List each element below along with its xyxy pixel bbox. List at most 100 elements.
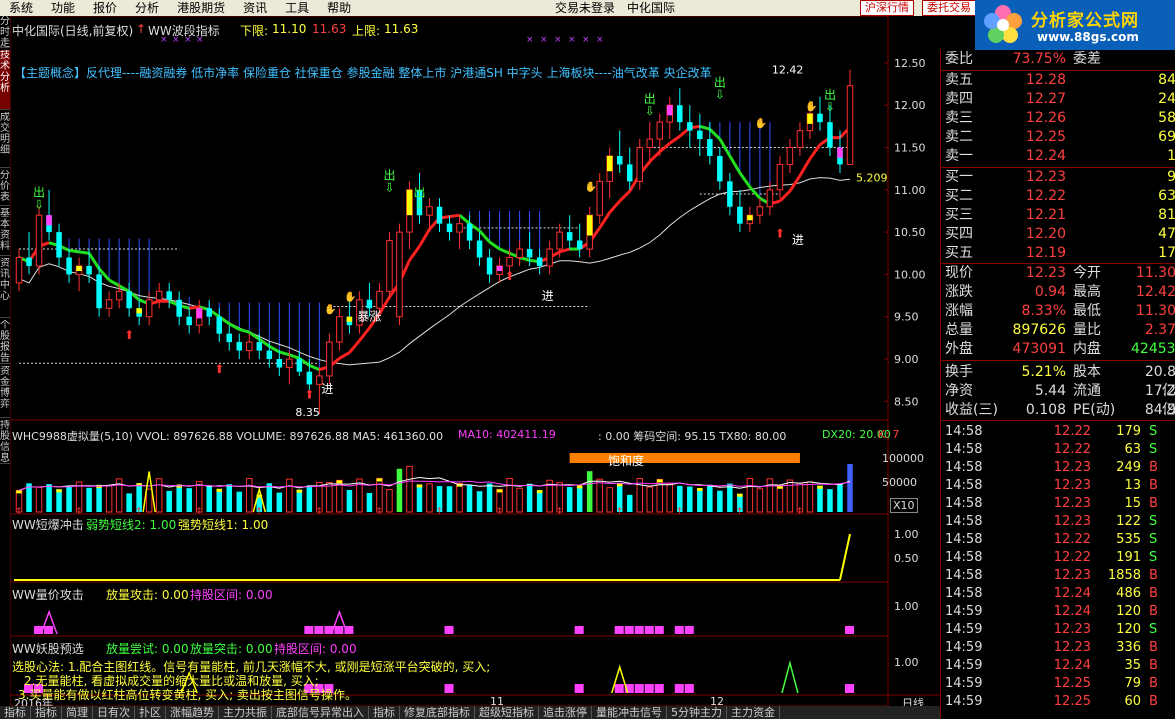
bid-row[interactable]: 买四 12.20 47 <box>941 225 1175 244</box>
bottom-tab-4[interactable]: 扑区 <box>135 706 166 719</box>
bottom-tab-9[interactable]: 修复底部指标 <box>400 706 475 719</box>
short-weak: 弱势短线2: 1.00 <box>86 518 177 532</box>
menu-item-0[interactable]: 系统 <box>0 0 42 16</box>
menu-item-7[interactable]: 帮助 <box>318 0 360 16</box>
ask-row[interactable]: 卖五 12.28 84 <box>941 71 1175 90</box>
tick-time: 14:58 <box>945 532 983 547</box>
bid-row[interactable]: 买一 12.23 9 <box>941 168 1175 187</box>
menu-center-0[interactable]: 交易未登录 <box>555 1 615 15</box>
sell-arrow-icon: ⇩ <box>384 180 394 194</box>
vp-hold-bar <box>314 626 324 634</box>
left-tab-3[interactable]: 分价表 <box>0 170 10 206</box>
signal-candle <box>606 155 613 172</box>
left-tab-5[interactable]: 资讯中心 <box>0 258 10 318</box>
demon-hold-bar <box>684 684 694 693</box>
bottom-tab-12[interactable]: 量能冲击信号 <box>592 706 667 719</box>
bottom-tab-10[interactable]: 超级短指标 <box>475 706 539 719</box>
candle-body-up <box>506 256 513 267</box>
ma-down-segment <box>108 278 120 288</box>
vp-hold-bar <box>614 626 624 634</box>
bottom-tab-5[interactable]: 涨幅趋势 <box>166 706 219 719</box>
volume-signal-arrow: ↑ <box>436 507 444 517</box>
tick-volume: 120 <box>1116 622 1141 637</box>
ask-label: 卖四 <box>945 91 973 107</box>
left-tab-2[interactable]: 成交明细 <box>0 112 10 168</box>
bid-row[interactable]: 买二 12.22 63 <box>941 187 1175 206</box>
left-tab-6[interactable]: 个股报告 <box>0 320 10 364</box>
ask-row[interactable]: 卖四 12.27 24 <box>941 90 1175 109</box>
volume-signal-arrow: ↑ <box>375 507 383 517</box>
left-tab-1[interactable]: 技术分析 <box>0 50 10 110</box>
menu-item-2[interactable]: 报价 <box>84 0 126 16</box>
bottom-tab-8[interactable]: 指标 <box>369 706 400 719</box>
stat-label: 涨跌 <box>945 284 973 300</box>
left-tab-0[interactable]: 分时走势 <box>0 16 10 48</box>
tick-side: S <box>1149 550 1158 565</box>
candle-body-down <box>466 223 473 241</box>
left-tab-4[interactable]: 基本资料 <box>0 208 10 256</box>
vp-hold-bar <box>654 626 664 634</box>
left-tab-7[interactable]: 资金博弈 <box>0 366 10 418</box>
candle-body-down <box>476 240 483 258</box>
volume-scale[interactable]: X10 <box>890 498 918 513</box>
candle-body-down <box>687 122 693 131</box>
menu-item-3[interactable]: 分析 <box>126 0 168 16</box>
volume-bar-up <box>776 485 784 513</box>
sell-arrow-icon: ⇩ <box>825 100 835 114</box>
signal-candle <box>76 265 82 272</box>
stat-label-2: 内盘 <box>1073 341 1101 357</box>
candle-body-up <box>646 138 654 149</box>
signal-mark: × <box>596 35 604 45</box>
bottom-tab-6[interactable]: 主力共振 <box>219 706 272 719</box>
candle-body-down <box>226 333 233 343</box>
stat-value-2: 11.30 <box>1135 265 1175 281</box>
bottom-tab-11[interactable]: 追击涨停 <box>539 706 592 719</box>
candle-body-up <box>766 189 774 208</box>
candle-body-down <box>526 249 533 258</box>
lower-value: 11.10 <box>272 22 307 36</box>
bottom-tab-0[interactable]: 指标 <box>0 706 31 719</box>
trade-button[interactable]: 委托交易 <box>922 0 976 16</box>
buy-label: 进 <box>792 233 804 247</box>
candle-body-up <box>376 290 383 309</box>
bottom-tab-3[interactable]: 日有次 <box>93 706 135 719</box>
ask-row[interactable]: 卖三 12.26 58 <box>941 109 1175 128</box>
volume-bar <box>626 494 633 512</box>
vp-hold-bar <box>444 626 454 634</box>
ask-volume: 24 <box>1158 91 1175 107</box>
price-axis-label: 9.00 <box>894 353 919 366</box>
stat-value: 0.108 <box>1025 402 1066 418</box>
menu-item-1[interactable]: 功能 <box>42 0 84 16</box>
volume-bar-up <box>746 477 754 513</box>
stat-label-2: 量比 <box>1073 322 1101 338</box>
bid-row[interactable]: 买三 12.21 81 <box>941 206 1175 225</box>
vp-hold-bar <box>624 626 634 634</box>
menu-item-6[interactable]: 工具 <box>276 0 318 16</box>
bid-row[interactable]: 买五 12.19 17 <box>941 244 1175 263</box>
ask-row[interactable]: 卖二 12.25 69 <box>941 128 1175 147</box>
market-quote-button[interactable]: 沪深行情 <box>860 0 914 16</box>
bottom-tab-7[interactable]: 底部信号异常出入 <box>272 706 369 719</box>
volume-bar <box>486 483 493 512</box>
menu-item-4[interactable]: 港股期货 <box>168 0 234 16</box>
main-chart-title: 中化国际(日线,前复权) <box>12 24 134 38</box>
vp-hold: 持股区间: 0.00 <box>190 588 273 602</box>
candle-body-down <box>536 257 543 266</box>
menu-item-5[interactable]: 资讯 <box>234 0 276 16</box>
tick-row: 14:58 12.23 15 B <box>941 495 1175 513</box>
volume-bar-up <box>426 483 433 513</box>
bottom-tab-1[interactable]: 指标 <box>31 706 62 719</box>
tick-volume: 63 <box>1124 442 1141 457</box>
menu-center-1[interactable]: 中化国际 <box>627 1 675 15</box>
indicator-name[interactable]: WW波段指标 <box>148 22 220 39</box>
ma-down-segment <box>68 248 80 254</box>
signal-candle <box>667 105 673 116</box>
tick-side: S <box>1149 442 1158 457</box>
volume-bar <box>707 484 713 512</box>
ask-row[interactable]: 卖一 12.24 1 <box>941 147 1175 166</box>
bottom-tab-2[interactable]: 简理 <box>62 706 93 719</box>
left-tab-8[interactable]: 持股信息 <box>0 420 10 464</box>
bottom-tab-14[interactable]: 主力资金 <box>727 706 780 719</box>
sell-label: 出 <box>33 185 45 199</box>
bottom-tab-13[interactable]: 5分钟主力 <box>667 706 727 719</box>
